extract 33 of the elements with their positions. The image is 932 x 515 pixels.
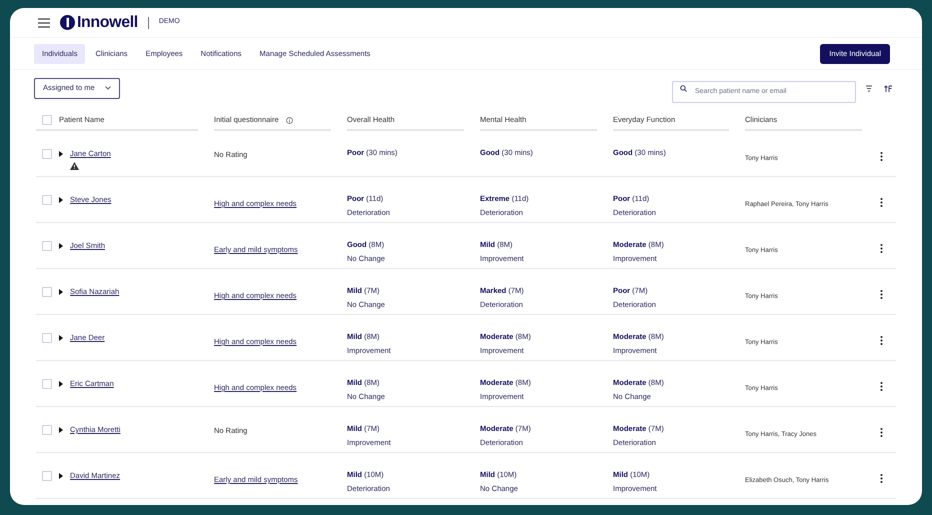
chevron-icon xyxy=(104,86,111,90)
expand-icon[interactable] xyxy=(59,197,63,203)
checkbox[interactable] xyxy=(42,471,52,481)
expand-icon[interactable] xyxy=(59,381,63,387)
more-icon[interactable] xyxy=(880,244,883,253)
more-icon[interactable] xyxy=(880,428,883,437)
checkbox[interactable] xyxy=(42,379,52,389)
expand-icon[interactable] xyxy=(59,289,63,295)
more-icon[interactable] xyxy=(880,152,883,161)
expand-icon[interactable] xyxy=(59,473,63,479)
checkbox[interactable] xyxy=(42,149,52,159)
more-icon[interactable] xyxy=(880,382,883,391)
expand-icon[interactable] xyxy=(59,151,63,157)
more-icon[interactable] xyxy=(880,474,883,483)
checkbox[interactable] xyxy=(42,333,52,343)
more-icon[interactable] xyxy=(880,198,883,207)
logo-icon xyxy=(60,15,75,30)
checkbox[interactable] xyxy=(42,287,52,297)
expand-icon[interactable] xyxy=(59,335,63,341)
expand-icon[interactable] xyxy=(59,243,63,249)
more-icon[interactable] xyxy=(880,336,883,345)
checkbox[interactable] xyxy=(42,425,52,435)
more-icon[interactable] xyxy=(880,290,883,299)
checkbox[interactable] xyxy=(42,195,52,205)
search-icon xyxy=(680,84,687,92)
filter-icon[interactable] xyxy=(866,84,872,92)
expand-icon[interactable] xyxy=(59,427,63,433)
info-icon[interactable] xyxy=(286,116,293,124)
menu-icon[interactable] xyxy=(38,18,50,28)
sort-icon[interactable] xyxy=(884,84,892,92)
checkbox[interactable] xyxy=(42,115,52,125)
brand-name: Innowell xyxy=(77,12,138,32)
checkbox[interactable] xyxy=(42,241,52,251)
